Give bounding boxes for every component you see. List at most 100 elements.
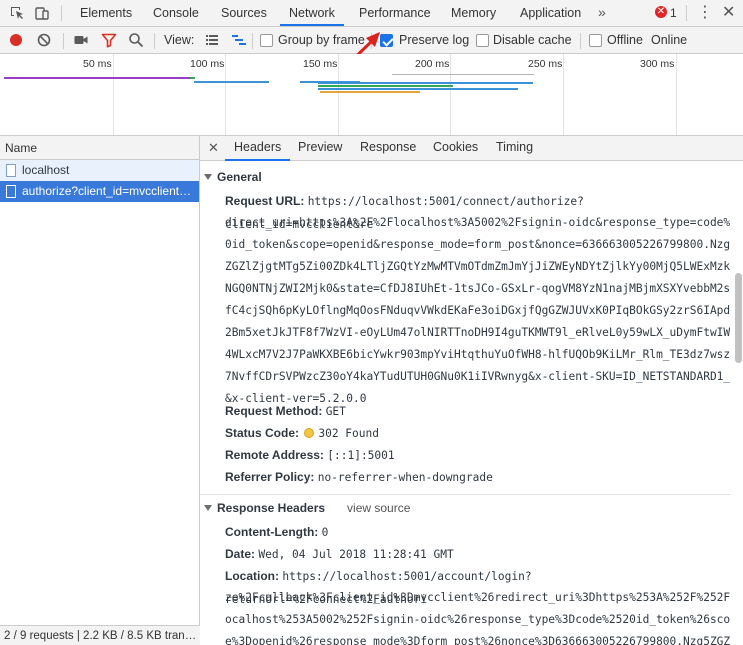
status-code-value: 302 Found bbox=[318, 427, 379, 440]
request-name: localhost bbox=[22, 163, 70, 177]
status-indicator-icon bbox=[304, 427, 315, 438]
request-name: authorize?client_id=mvcclient&redirect_u… bbox=[22, 184, 199, 198]
record-icon[interactable] bbox=[8, 32, 24, 48]
more-tabs-chevron-icon[interactable]: » bbox=[598, 0, 606, 26]
view-source-link[interactable]: view source bbox=[347, 501, 410, 515]
overview-tick-label: 300 ms bbox=[640, 58, 675, 70]
offline-label[interactable]: Offline bbox=[607, 27, 643, 53]
toolbar-separator bbox=[63, 33, 64, 49]
content-length-label: Content-Length: bbox=[225, 525, 319, 539]
offline-checkbox[interactable] bbox=[589, 34, 602, 47]
content-length-row: Content-Length: 0 bbox=[225, 521, 730, 544]
remote-address-label: Remote Address: bbox=[225, 448, 324, 462]
response-headers-section-header[interactable]: Response Headers view source bbox=[204, 498, 410, 518]
tab-bar-separator bbox=[686, 5, 687, 21]
overview-gridline bbox=[676, 54, 677, 135]
overview-tick-label: 50 ms bbox=[83, 58, 112, 70]
toolbar-separator bbox=[154, 33, 155, 49]
date-row: Date: Wed, 04 Jul 2018 11:28:41 GMT bbox=[225, 543, 730, 566]
overview-request-bar bbox=[318, 82, 533, 84]
request-url-value-line: NGQ0NTNjZWI2Mjk0&state=CfDJ8IUhEt-1tsJCo… bbox=[225, 282, 730, 295]
date-value: Wed, 04 Jul 2018 11:28:41 GMT bbox=[258, 548, 454, 561]
location-value-line: e%3Dopenid%26response_mode%3Dform_post%2… bbox=[225, 635, 730, 645]
document-icon bbox=[6, 164, 16, 177]
location-value-line: ocalhost%253A5002%252Fsignin-oidc%26resp… bbox=[225, 613, 730, 626]
status-code-row: Status Code: 302 Found bbox=[225, 422, 730, 445]
show-overview-icon[interactable] bbox=[231, 32, 247, 48]
date-label: Date: bbox=[225, 547, 256, 561]
location-label: Location: bbox=[225, 569, 279, 583]
request-url-value-line: fC4cjSQh6pKyLOflngMqOosFNduqvVWkdEKaFe3o… bbox=[225, 304, 730, 317]
tab-application[interactable]: Application bbox=[520, 0, 581, 26]
tab-timing[interactable]: Timing bbox=[496, 136, 533, 161]
expand-triangle-icon bbox=[204, 173, 212, 180]
tab-cookies[interactable]: Cookies bbox=[433, 136, 478, 161]
tab-preview[interactable]: Preview bbox=[298, 136, 342, 161]
request-url-value-line: ZGZlZjgtMTg5Zi00ZDk4LTljZGQtYzMwMTVmOTdm… bbox=[225, 260, 730, 273]
customize-menu-icon[interactable]: ⋮ bbox=[697, 0, 713, 26]
timeline-overview[interactable]: 50 ms 100 ms 150 ms 200 ms 250 ms 300 ms bbox=[0, 54, 743, 136]
preserve-log-label[interactable]: Preserve log bbox=[399, 27, 469, 53]
request-summary-status: 2 / 9 requests | 2.2 KB / 8.5 KB transfe… bbox=[0, 625, 200, 645]
capture-screenshots-icon[interactable] bbox=[73, 32, 89, 48]
name-column-header[interactable]: Name bbox=[0, 136, 199, 160]
tab-headers[interactable]: Headers bbox=[225, 136, 291, 161]
general-section-header[interactable]: General bbox=[204, 167, 262, 187]
view-label: View: bbox=[164, 33, 195, 47]
overview-gridline bbox=[338, 54, 339, 135]
search-icon[interactable] bbox=[128, 32, 144, 48]
referrer-policy-value: no-referrer-when-downgrade bbox=[317, 471, 493, 484]
general-section-title: General bbox=[217, 170, 262, 184]
throttling-select[interactable]: Online bbox=[651, 27, 687, 53]
large-request-rows-icon[interactable] bbox=[204, 32, 220, 48]
overview-request-bar bbox=[4, 77, 194, 79]
inspect-element-icon[interactable] bbox=[9, 5, 25, 21]
request-url-value-line: 4WLxcM7V2J7PaWKXBE6bicYwkr903mpYviHtqthu… bbox=[225, 348, 730, 361]
request-url-value-line: 7NvffCDrSVPWzcZ30oY4kaYTudUTUH0GNu0K1iIV… bbox=[225, 370, 730, 383]
location-value-line: ze%2Fcallback%3Fclient_id%3Dmvcclient%26… bbox=[225, 591, 730, 604]
referrer-policy-label: Referrer Policy: bbox=[225, 470, 315, 484]
request-url-value-line: direct_uri=https%3A%2F%2Flocalhost%3A500… bbox=[225, 216, 730, 229]
overview-request-bar bbox=[190, 77, 195, 79]
tab-sources[interactable]: Sources bbox=[221, 0, 267, 26]
group-by-frame-checkbox[interactable] bbox=[260, 34, 273, 47]
request-method-value: GET bbox=[325, 405, 346, 418]
content-length-value: 0 bbox=[321, 526, 329, 539]
overview-gridline bbox=[225, 54, 226, 135]
tab-elements[interactable]: Elements bbox=[80, 0, 132, 26]
remote-address-value: [::1]:5001 bbox=[327, 449, 395, 462]
tab-console[interactable]: Console bbox=[153, 0, 199, 26]
section-divider bbox=[200, 494, 730, 495]
overview-tick-label: 200 ms bbox=[415, 58, 450, 70]
tab-memory[interactable]: Memory bbox=[451, 0, 496, 26]
tab-response[interactable]: Response bbox=[360, 136, 416, 161]
close-details-icon[interactable]: ✕ bbox=[208, 136, 219, 160]
clear-icon[interactable] bbox=[36, 32, 52, 48]
filter-icon[interactable] bbox=[101, 32, 117, 48]
request-details-pane: ✕ Headers Preview Response Cookies Timin… bbox=[200, 136, 743, 645]
headers-view: General Request URL: https://localhost:5… bbox=[200, 161, 730, 645]
referrer-policy-row: Referrer Policy: no-referrer-when-downgr… bbox=[225, 466, 730, 489]
overview-request-bar bbox=[318, 88, 518, 90]
device-toolbar-icon[interactable] bbox=[34, 5, 50, 21]
detail-tab-bar: ✕ Headers Preview Response Cookies Timin… bbox=[200, 136, 743, 161]
details-scrollbar[interactable] bbox=[734, 161, 743, 645]
request-url-label: Request URL: bbox=[225, 194, 305, 208]
request-row-localhost[interactable]: localhost bbox=[0, 160, 199, 181]
disable-cache-checkbox[interactable] bbox=[476, 34, 489, 47]
request-method-row: Request Method: GET bbox=[225, 400, 730, 423]
tab-performance[interactable]: Performance bbox=[359, 0, 431, 26]
tab-bar-separator bbox=[61, 5, 62, 21]
scrollbar-thumb[interactable] bbox=[735, 273, 742, 363]
error-count[interactable]: 1 bbox=[670, 0, 677, 26]
request-row-authorize[interactable]: authorize?client_id=mvcclient&redirect_u… bbox=[0, 181, 199, 202]
overview-tick-label: 250 ms bbox=[528, 58, 563, 70]
error-icon[interactable]: ✕ bbox=[655, 6, 667, 18]
close-devtools-icon[interactable]: ✕ bbox=[722, 0, 735, 26]
overview-gridline bbox=[113, 54, 114, 135]
tab-network[interactable]: Network bbox=[280, 0, 344, 26]
disable-cache-label[interactable]: Disable cache bbox=[493, 27, 572, 53]
overview-tick-label: 100 ms bbox=[190, 58, 225, 70]
request-method-label: Request Method: bbox=[225, 404, 323, 418]
request-url-value-line: 0id_token&scope=openid&response_mode=for… bbox=[225, 238, 730, 251]
